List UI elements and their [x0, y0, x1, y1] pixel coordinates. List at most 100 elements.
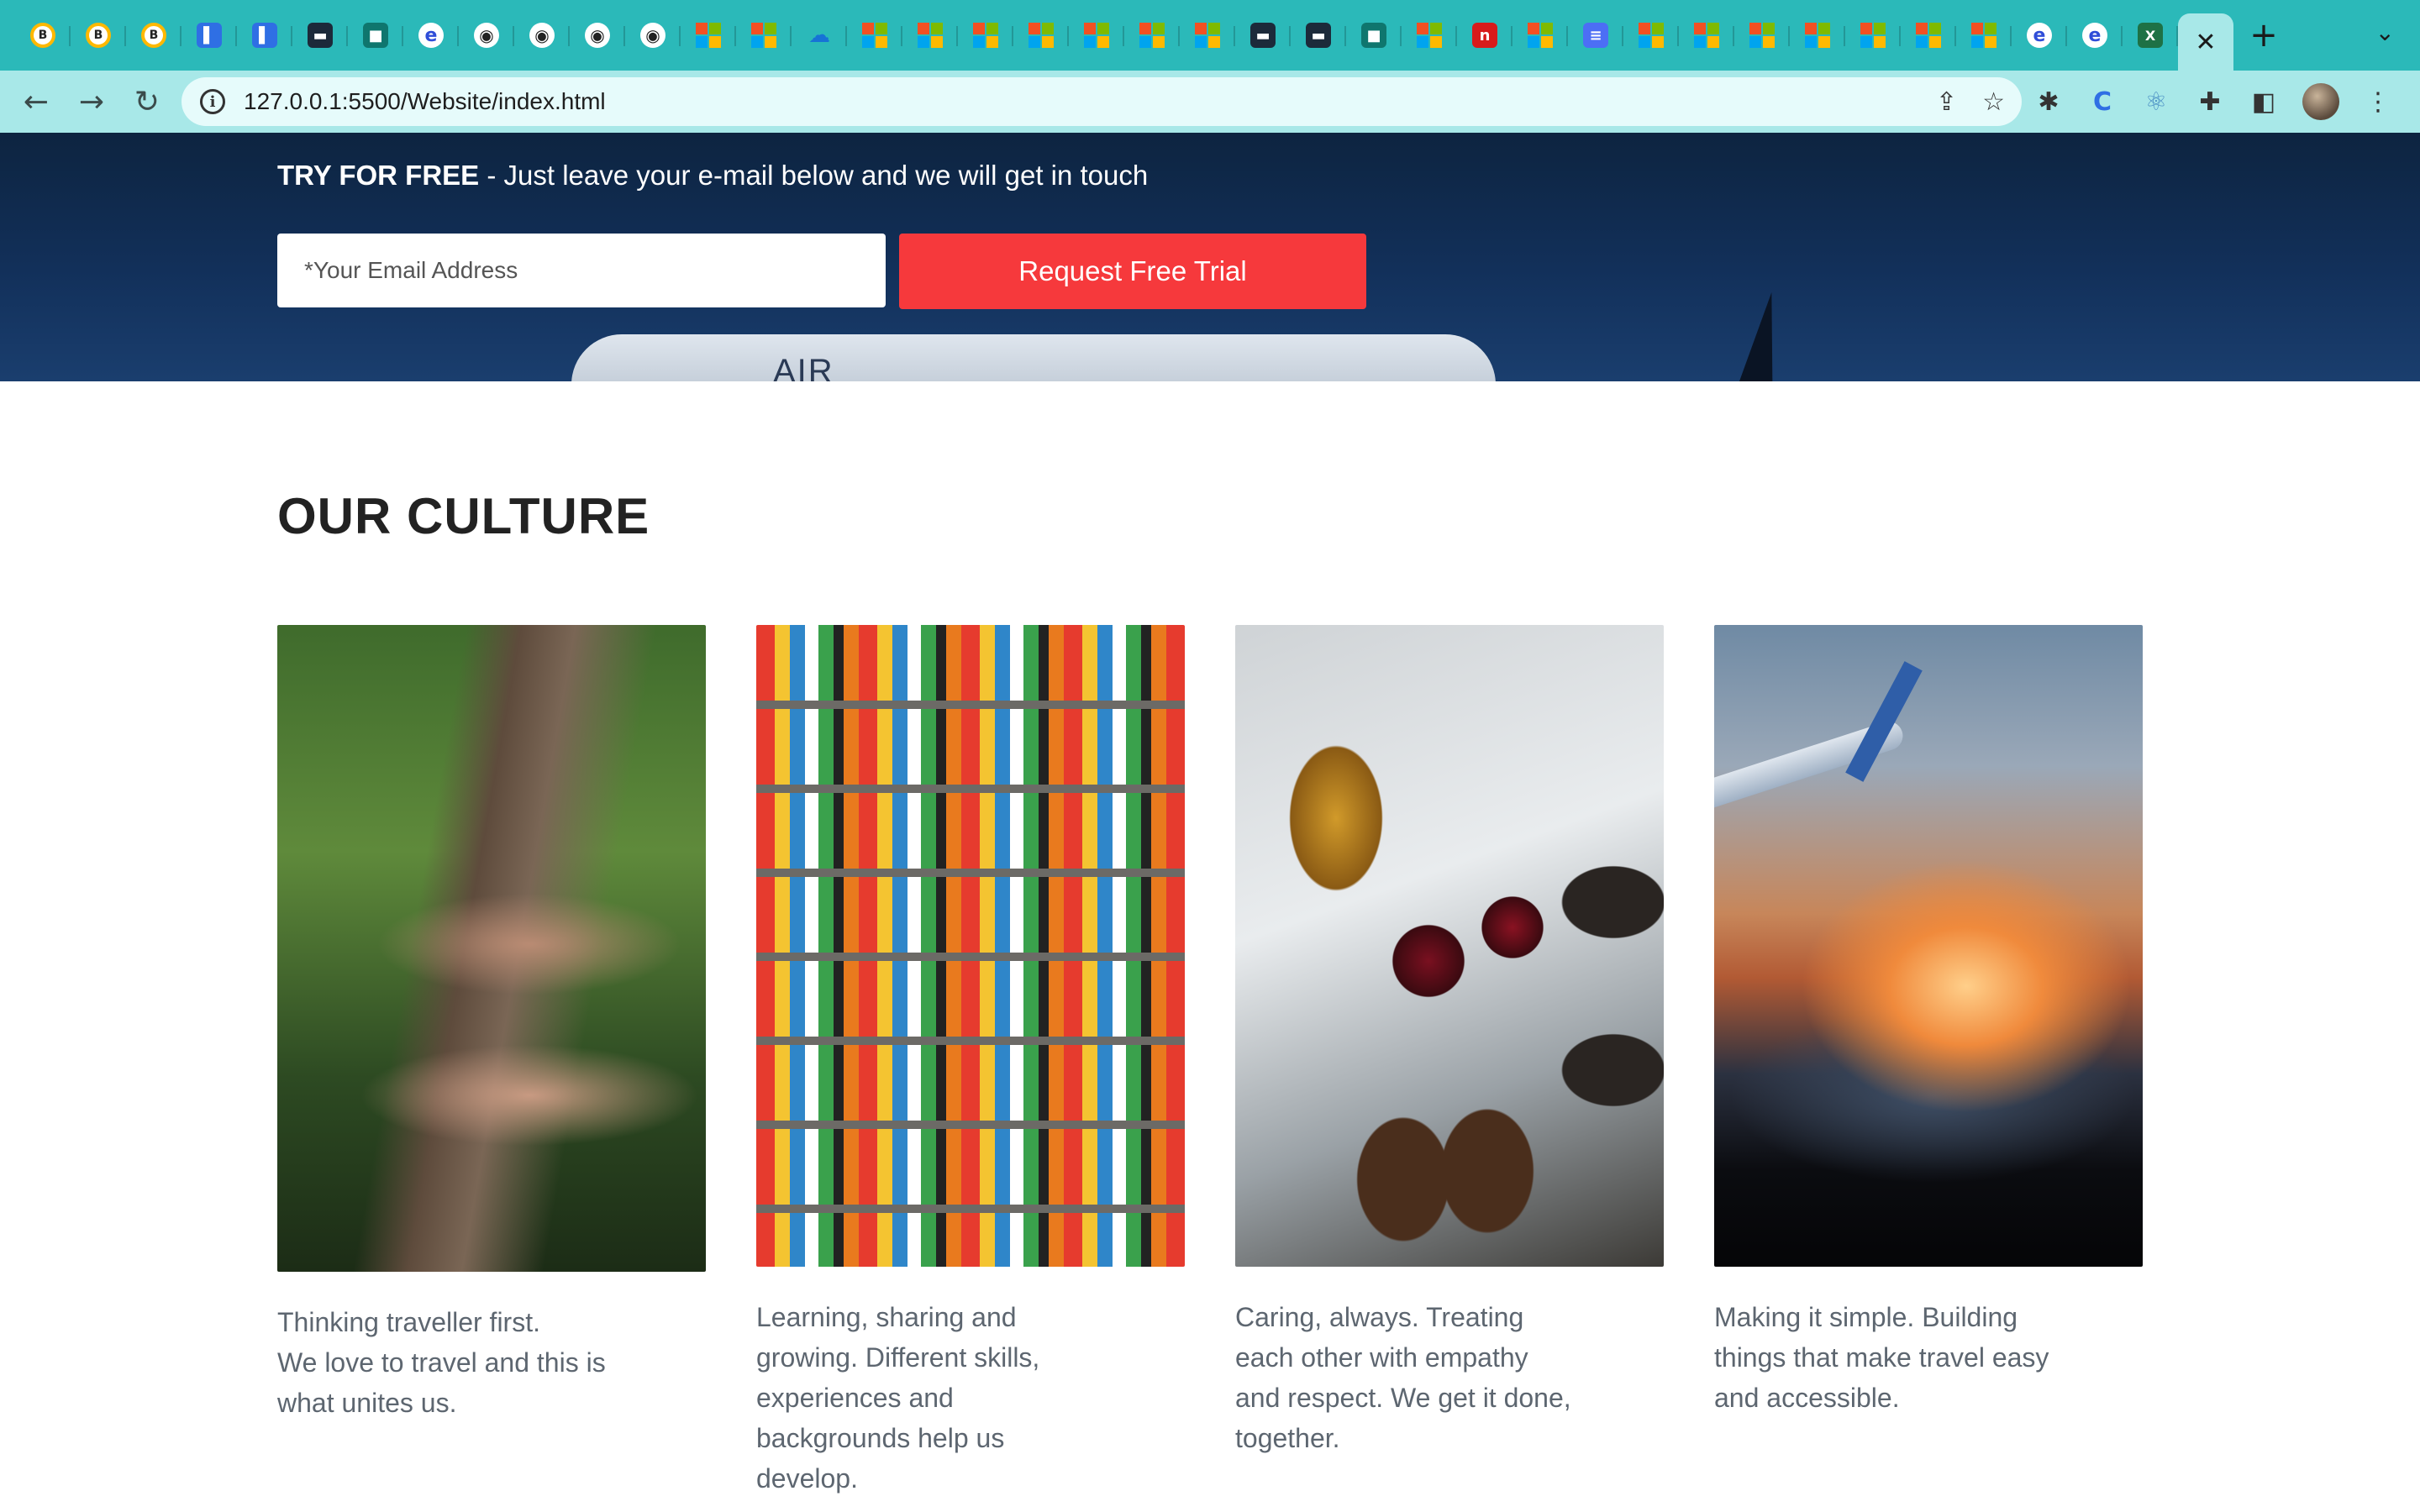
back-button[interactable]: ←: [8, 74, 64, 129]
extensions-puzzle-icon[interactable]: ✚: [2195, 87, 2225, 117]
c-extension-icon[interactable]: C: [2087, 87, 2118, 117]
browser-tab[interactable]: [847, 9, 902, 61]
browser-tab[interactable]: [681, 9, 736, 61]
browser-tab[interactable]: [1124, 9, 1180, 61]
email-input[interactable]: [277, 234, 886, 307]
ms-favicon-icon: [862, 23, 887, 48]
culture-card-simple: Making it simple. Building things that m…: [1714, 625, 2143, 1413]
active-tab[interactable]: ✕: [2178, 13, 2233, 71]
browser-tab[interactable]: ■: [1346, 9, 1402, 61]
culture-card-learning: Learning, sharing and growing. Different…: [756, 625, 1185, 1494]
browser-tab[interactable]: ◉: [459, 9, 514, 61]
caption-line: Making it simple. Building: [1714, 1302, 2018, 1332]
browser-tab[interactable]: [1402, 9, 1457, 61]
rec-favicon-icon: B: [141, 23, 166, 48]
caption-line: together.: [1235, 1423, 1340, 1453]
browser-tab[interactable]: [1069, 9, 1124, 61]
tab-search-icon[interactable]: ⌄: [2375, 18, 2395, 46]
browser-tab[interactable]: ▬: [1235, 9, 1291, 61]
q-favicon-icon: e: [2082, 23, 2107, 48]
caption-line: growing. Different skills,: [756, 1342, 1040, 1373]
ms-favicon-icon: [1528, 23, 1553, 48]
ms-favicon-icon: [1749, 23, 1775, 48]
browser-tab[interactable]: B: [71, 9, 126, 61]
browser-tab[interactable]: ≡: [1568, 9, 1623, 61]
browser-tab[interactable]: ▬: [292, 9, 348, 61]
browser-tab[interactable]: [1180, 9, 1235, 61]
browser-tab[interactable]: [1013, 9, 1069, 61]
dark-favicon-icon: ▬: [308, 23, 333, 48]
browser-tab[interactable]: ▬: [1291, 9, 1346, 61]
browser-menu-icon[interactable]: ⋮: [2363, 87, 2393, 117]
free-trial-tagline: TRY FOR FREE - Just leave your e-mail be…: [277, 160, 1148, 192]
rec-favicon-icon: B: [30, 23, 55, 48]
side-panel-icon[interactable]: ◧: [2249, 87, 2279, 117]
forward-button[interactable]: →: [64, 74, 119, 129]
browser-tab[interactable]: B: [126, 9, 182, 61]
browser-tab[interactable]: ■: [348, 9, 403, 61]
browser-tab[interactable]: [902, 9, 958, 61]
new-tab-button[interactable]: +: [2233, 9, 2294, 61]
browser-tab[interactable]: X: [2123, 9, 2178, 61]
q-favicon-icon: e: [2027, 23, 2052, 48]
browser-tab[interactable]: n: [1457, 9, 1512, 61]
browser-tab[interactable]: ◉: [570, 9, 625, 61]
browser-tab[interactable]: [1790, 9, 1845, 61]
browser-tab[interactable]: [1956, 9, 2012, 61]
browser-tab[interactable]: [1901, 9, 1956, 61]
browser-tab[interactable]: ◉: [625, 9, 681, 61]
profile-avatar[interactable]: [2302, 83, 2339, 120]
caption-line: We love to travel and this is: [277, 1347, 606, 1378]
share-icon[interactable]: ⇪: [1936, 87, 1957, 117]
ms-favicon-icon: [1694, 23, 1719, 48]
caption-line: things that make travel easy: [1714, 1342, 2049, 1373]
caption-line: and respect. We get it done,: [1235, 1383, 1571, 1413]
ms-favicon-icon: [751, 23, 776, 48]
blue-favicon-icon: ▌: [197, 23, 222, 48]
caption-line: experiences and: [756, 1383, 954, 1413]
caption-line: Learning, sharing and: [756, 1302, 1017, 1332]
browser-tab[interactable]: e: [2012, 9, 2067, 61]
browser-tab[interactable]: ◉: [514, 9, 570, 61]
browser-tab[interactable]: ☁: [792, 9, 847, 61]
browser-tab[interactable]: ▌: [237, 9, 292, 61]
rec-favicon-icon: B: [86, 23, 111, 48]
ms-favicon-icon: [1028, 23, 1054, 48]
browser-tab[interactable]: [1734, 9, 1790, 61]
react-devtools-icon[interactable]: ⚛: [2141, 87, 2171, 117]
site-info-icon[interactable]: i: [200, 89, 225, 114]
browser-tab[interactable]: ▌: [182, 9, 237, 61]
browser-tab[interactable]: [1679, 9, 1734, 61]
browser-tab[interactable]: [1845, 9, 1901, 61]
bug-extension-icon[interactable]: ✱: [2033, 87, 2064, 117]
browser-tab[interactable]: e: [403, 9, 459, 61]
browser-tab[interactable]: [958, 9, 1013, 61]
browser-tab[interactable]: e: [2067, 9, 2123, 61]
caption-line: and accessible.: [1714, 1383, 1900, 1413]
browser-tab[interactable]: [1623, 9, 1679, 61]
xl-favicon-icon: X: [2138, 23, 2163, 48]
teal-favicon-icon: ■: [1361, 23, 1386, 48]
caption-line: Thinking traveller first.: [277, 1307, 540, 1337]
url-text[interactable]: 127.0.0.1:5500/Website/index.html: [244, 88, 606, 115]
browser-tab[interactable]: B: [15, 9, 71, 61]
reload-button[interactable]: ↻: [119, 74, 175, 129]
ms-favicon-icon: [1639, 23, 1664, 48]
request-free-trial-button[interactable]: Request Free Trial: [899, 234, 1366, 309]
airplane-fuselage-image: [571, 334, 1496, 381]
photo-winglet-shape: [1845, 661, 1923, 782]
doc-favicon-icon: ≡: [1583, 23, 1608, 48]
browser-tab[interactable]: [1512, 9, 1568, 61]
caption-line: what unites us.: [277, 1388, 457, 1418]
browser-tab[interactable]: [736, 9, 792, 61]
bookmark-star-icon[interactable]: ☆: [1982, 87, 2005, 117]
try-for-free-label: TRY FOR FREE: [277, 160, 480, 191]
address-bar[interactable]: i 127.0.0.1:5500/Website/index.html ⇪ ☆: [182, 77, 2022, 126]
dark-favicon-icon: ▬: [1306, 23, 1331, 48]
close-tab-icon[interactable]: ✕: [2195, 28, 2216, 57]
gh-favicon-icon: ◉: [529, 23, 555, 48]
ms-favicon-icon: [1084, 23, 1109, 48]
tree-hands-photo: [277, 625, 706, 1272]
ms-favicon-icon: [918, 23, 943, 48]
airplane-livery-text: AIR: [773, 353, 834, 381]
